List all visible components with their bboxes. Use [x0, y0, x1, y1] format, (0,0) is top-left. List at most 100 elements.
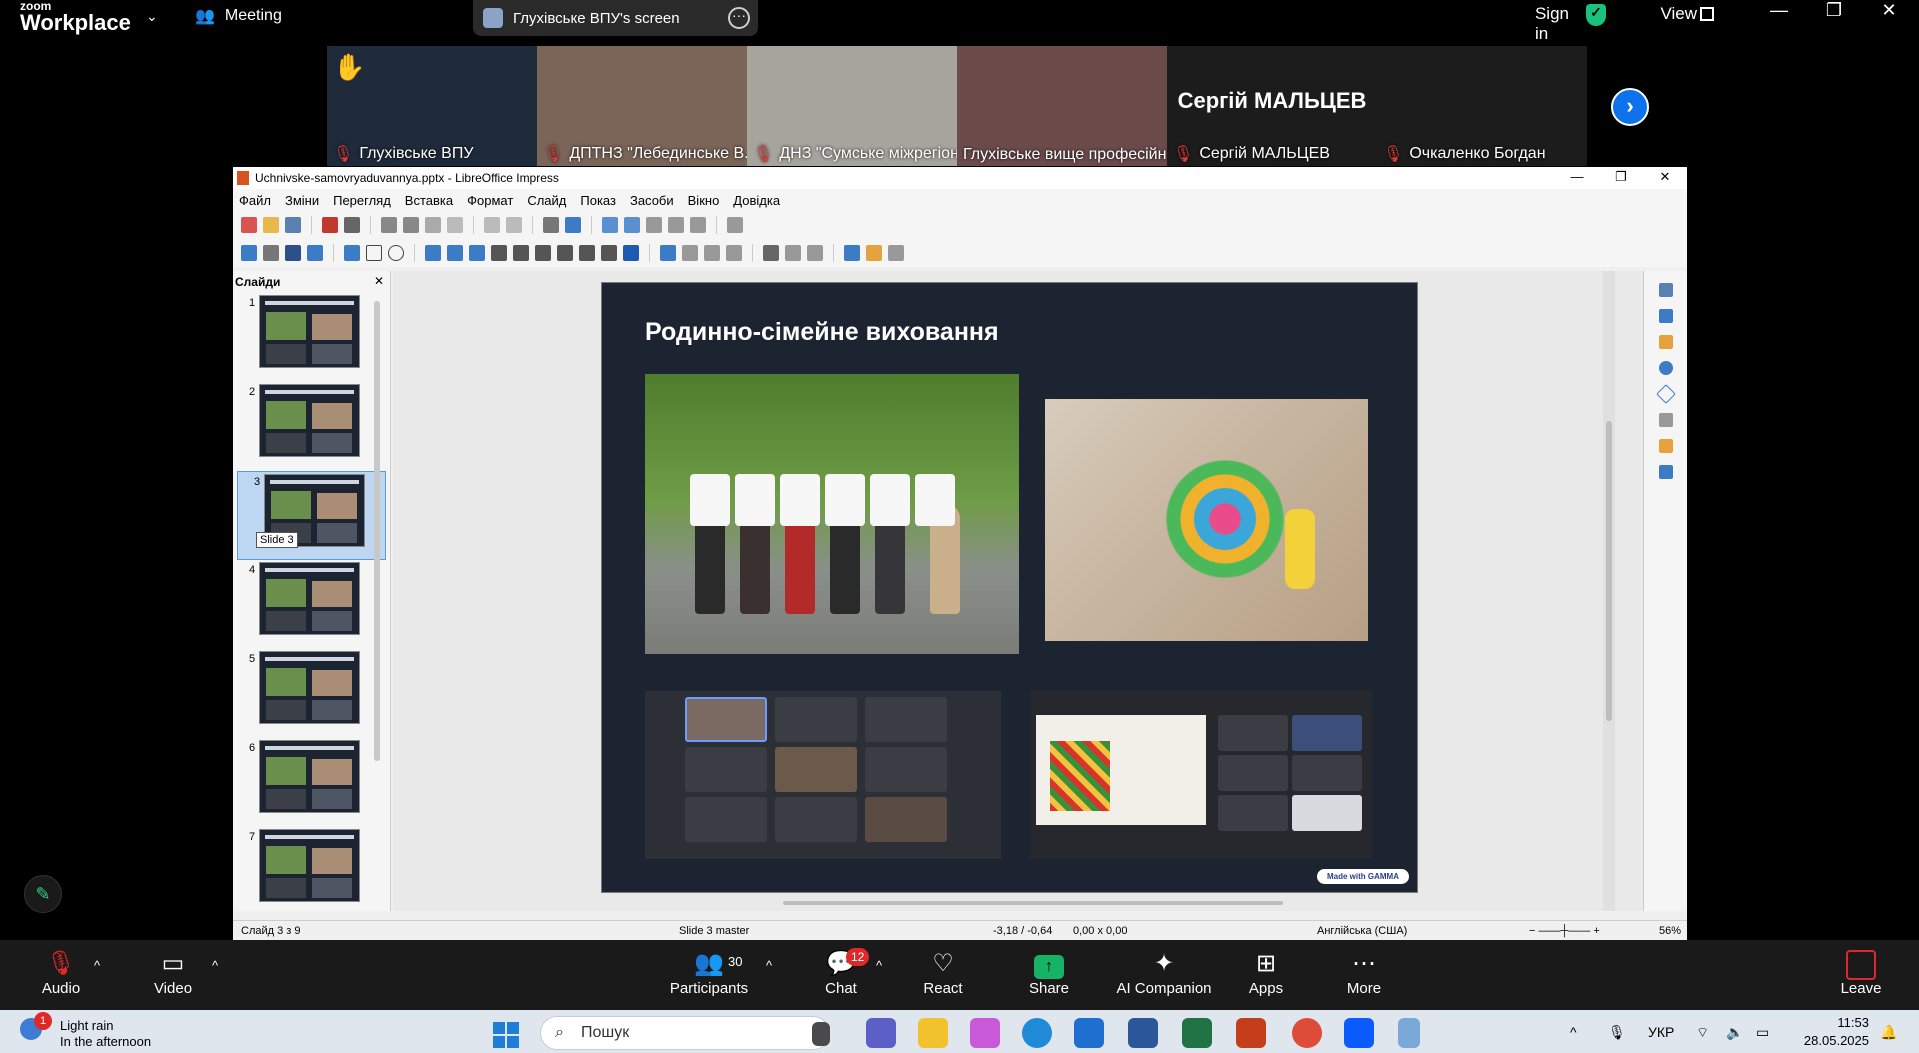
zoom-pan-icon[interactable]	[263, 245, 279, 261]
share-button[interactable]: ↑ Share	[1004, 948, 1094, 997]
menu-item[interactable]: Вікно	[688, 193, 720, 208]
close-panel-icon[interactable]: ✕	[374, 274, 384, 288]
status-language[interactable]: Англійська (США)	[1317, 925, 1407, 937]
ellipse-icon[interactable]	[388, 245, 404, 261]
slide-thumbnail[interactable]: 4	[233, 560, 390, 649]
rectangle-icon[interactable]	[366, 245, 382, 261]
undo-icon[interactable]	[484, 217, 500, 233]
chat-button[interactable]: 💬 12 Chat	[796, 948, 886, 997]
language-indicator[interactable]: УКР	[1648, 1024, 1674, 1040]
menu-item[interactable]: Засоби	[630, 193, 674, 208]
audio-options-caret-icon[interactable]: ^	[94, 958, 100, 973]
line-icon[interactable]	[344, 245, 360, 261]
zoom-app-icon[interactable]	[1344, 1018, 1374, 1048]
slide-thumbnail[interactable]: 1	[233, 293, 390, 382]
save-icon[interactable]	[285, 217, 301, 233]
minimize-icon[interactable]: —	[1754, 0, 1804, 21]
menu-item[interactable]: Перегляд	[333, 193, 391, 208]
rotate-icon[interactable]	[660, 245, 676, 261]
flowchart-icon[interactable]	[557, 245, 573, 261]
store-icon[interactable]	[1074, 1018, 1104, 1048]
open-icon[interactable]	[263, 217, 279, 233]
curve-icon[interactable]	[447, 245, 463, 261]
menu-item[interactable]: Довідка	[733, 193, 780, 208]
clone-format-icon[interactable]	[447, 217, 463, 233]
navigator-icon[interactable]	[1658, 361, 1673, 375]
video-button[interactable]: ▭ Video	[128, 948, 218, 997]
chat-caret-icon[interactable]: ^	[876, 958, 882, 973]
participants-button[interactable]: 👥 30 Participants	[664, 948, 754, 997]
filter-icon[interactable]	[807, 245, 823, 261]
view-grid-icon[interactable]	[1700, 7, 1714, 21]
spelling-icon[interactable]	[565, 217, 581, 233]
zoom-slider[interactable]: − ——┼—— +	[1529, 925, 1600, 937]
slide-transition-icon[interactable]	[1658, 413, 1673, 427]
meeting-info-button[interactable]: 👥 Meeting	[195, 6, 282, 26]
audio-button[interactable]: 🎙 Audio	[16, 948, 106, 997]
cut-icon[interactable]	[381, 217, 397, 233]
participant-tile[interactable]: 🎙 Очкаленко Богдан	[1377, 46, 1587, 166]
clock[interactable]: 11:53 28.05.2025	[1804, 1014, 1869, 1050]
3d-objects-icon[interactable]	[623, 245, 639, 261]
slide-title[interactable]: Родинно-сімейне виховання	[645, 318, 999, 347]
glue-points-icon[interactable]	[866, 245, 882, 261]
menu-item[interactable]: Вставка	[405, 193, 453, 208]
menu-item[interactable]: Слайд	[527, 193, 566, 208]
paste-icon[interactable]	[425, 217, 441, 233]
excel-icon[interactable]	[1182, 1018, 1212, 1048]
participant-tile[interactable]: Сергій МАЛЬЦЕВ 🎙 Сергій МАЛЬЦЕВ	[1167, 46, 1377, 166]
screen-share-indicator[interactable]: Глухівське ВПУ's screen ···	[473, 0, 758, 36]
connector-icon[interactable]	[469, 245, 485, 261]
slide-thumbnail[interactable]: 2	[233, 382, 390, 471]
copilot-icon[interactable]	[970, 1018, 1000, 1048]
powerpoint-icon[interactable]	[1236, 1018, 1266, 1048]
gallery-icon[interactable]	[1658, 335, 1673, 349]
new-icon[interactable]	[241, 217, 257, 233]
restore-icon[interactable]: ❐	[1809, 0, 1859, 21]
chrome-icon[interactable]	[1292, 1018, 1322, 1048]
notifications-bell-icon[interactable]: 🔔	[1880, 1024, 1897, 1041]
participant-tile[interactable]: 🎙 ДПТНЗ "Лебединське В...	[537, 46, 747, 166]
callouts-icon[interactable]	[579, 245, 595, 261]
redo-icon[interactable]	[506, 217, 522, 233]
helplines-icon[interactable]	[624, 217, 640, 233]
snipping-tool-icon[interactable]	[1398, 1018, 1420, 1048]
video-options-caret-icon[interactable]: ^	[212, 958, 218, 973]
apps-button[interactable]: ⊞ Apps	[1221, 948, 1311, 997]
zoom-meeting-screenshot[interactable]	[645, 691, 1001, 859]
close-icon[interactable]: ✕	[1864, 0, 1914, 21]
lo-maximize-icon[interactable]: ❐	[1599, 169, 1643, 185]
more-button[interactable]: ⋯ More	[1319, 948, 1409, 997]
react-button[interactable]: ♡ React	[898, 948, 988, 997]
more-options-icon[interactable]: ···	[728, 7, 750, 29]
ai-companion-button[interactable]: ✦ AI Companion	[1104, 948, 1224, 997]
tray-overflow-icon[interactable]: ^	[1570, 1024, 1577, 1040]
master-slide-icon[interactable]	[668, 217, 684, 233]
points-icon[interactable]	[844, 245, 860, 261]
editor-vertical-scrollbar[interactable]	[1603, 271, 1615, 911]
presentation-screenshot[interactable]	[1030, 691, 1372, 859]
align-icon[interactable]	[682, 245, 698, 261]
print-icon[interactable]	[344, 217, 360, 233]
properties-icon[interactable]	[1658, 283, 1673, 297]
next-page-arrow-icon[interactable]: ›	[1611, 88, 1649, 126]
participant-tile[interactable]: Глухівське вище професійн...	[957, 46, 1167, 166]
select-arrow-icon[interactable]	[241, 245, 257, 261]
volume-icon[interactable]: 🔈	[1726, 1024, 1743, 1041]
status-zoom[interactable]: 56%	[1659, 925, 1681, 937]
block-arrows-icon[interactable]	[535, 245, 551, 261]
slide-thumbnail[interactable]: 5	[233, 649, 390, 738]
styles-icon[interactable]	[1658, 309, 1673, 323]
slide-thumbnail[interactable]: 6	[233, 738, 390, 827]
crop-icon[interactable]	[785, 245, 801, 261]
slide-thumbnail[interactable]: 3 Slide 3	[237, 471, 386, 560]
copy-icon[interactable]	[403, 217, 419, 233]
word-icon[interactable]	[1128, 1018, 1158, 1048]
distribute-icon[interactable]	[726, 245, 742, 261]
wifi-icon[interactable]: ⌔	[1696, 1024, 1709, 1042]
tshirt-painting-image[interactable]	[1045, 399, 1368, 641]
task-view-icon[interactable]	[812, 1022, 830, 1046]
security-shield-icon[interactable]: ✓	[1586, 4, 1606, 26]
leave-button[interactable]: Leave	[1816, 948, 1906, 997]
arrow-line-icon[interactable]	[425, 245, 441, 261]
